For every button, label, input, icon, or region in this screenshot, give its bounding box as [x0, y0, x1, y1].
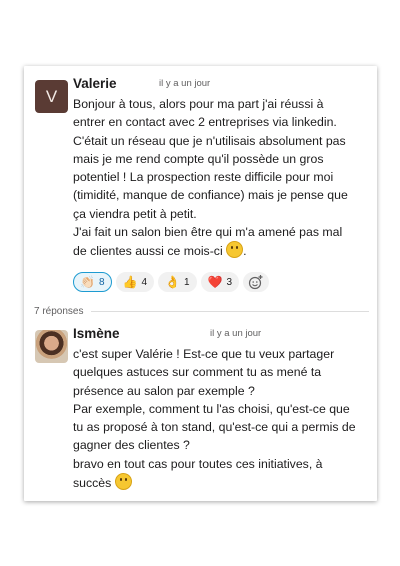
message-line: C'était un réseau que je n'utilisais abs…	[73, 133, 346, 148]
reaction-count: 4	[141, 276, 148, 288]
message-line: Bonjour à tous, alors pour ma part j'ai …	[73, 97, 324, 111]
message-line-text: succès	[73, 476, 112, 491]
message-line: gagner des clientes ?	[73, 438, 190, 453]
message-line: bravo en tout cas pour toutes ces initia…	[73, 456, 323, 471]
reaction-heart[interactable]: ❤️ 3	[200, 272, 240, 292]
reaction-thumbs-up[interactable]: 👍 4	[115, 272, 155, 292]
message-line: quelques astuces sur comment tu as mené …	[73, 365, 322, 380]
divider-line	[91, 311, 369, 312]
smile-emoji-icon	[114, 473, 132, 491]
ok-hand-emoji-icon: 👌	[165, 275, 180, 289]
reaction-count: 1	[183, 276, 190, 288]
timestamp[interactable]: il y a un jour	[159, 78, 210, 89]
message-line: ça viendra petit à petit.	[73, 206, 197, 221]
reaction-ok-hand[interactable]: 👌 1	[158, 272, 197, 292]
message-line: (timidité, manque de confiance) mais je …	[73, 188, 348, 203]
reaction-count: 8	[98, 276, 105, 288]
message-line: J'ai fait un salon bien être qui m'a ame…	[73, 225, 343, 240]
replies-divider: 7 réponses	[34, 306, 369, 317]
author-name[interactable]: Valerie	[73, 76, 117, 91]
reaction-clap[interactable]: 👏🏻 8	[73, 272, 112, 292]
message-line: Par exemple, comment tu l'as choisi, qu'…	[73, 401, 350, 416]
avatar[interactable]: V	[35, 80, 68, 113]
heart-emoji-icon: ❤️	[207, 275, 223, 289]
message-header: Ismène il y a un jour	[73, 325, 261, 343]
message-line-text: de clientes aussi ce mois-ci	[73, 244, 223, 259]
add-reaction-button[interactable]	[243, 272, 270, 292]
message-line: entrer en contact avec 2 entreprises via…	[73, 115, 337, 130]
message-body: Bonjour à tous, alors pour ma part j'ai …	[73, 95, 369, 261]
reaction-count: 3	[226, 276, 233, 288]
thumbs-up-emoji-icon: 👍	[122, 275, 138, 289]
message-line: potentiel ! La prospection reste diffici…	[73, 170, 334, 185]
smile-emoji-icon	[226, 241, 244, 259]
message-line: succès	[73, 473, 369, 492]
message-header: Valerie il y a un jour	[73, 75, 210, 93]
message-line: présence au salon par exemple ?	[73, 383, 255, 398]
reactions-bar: 👏🏻 8 👍 4 👌 1 ❤️ 3	[73, 272, 270, 292]
avatar[interactable]	[35, 330, 68, 363]
message-body: c'est super Valérie ! Est-ce que tu veux…	[73, 345, 369, 492]
message-line: de clientes aussi ce mois-ci .	[73, 241, 369, 260]
replies-count[interactable]: 7 réponses	[34, 306, 83, 317]
add-reaction-icon	[248, 275, 263, 290]
message-line: mais je me rend compte qu'il possède un …	[73, 151, 324, 166]
message-thread: V Valerie il y a un jour Bonjour à tous,…	[24, 66, 377, 501]
message-line: c'est super Valérie ! Est-ce que tu veux…	[73, 347, 335, 361]
message-line: tu as proposé à ton stand, qu'est-ce qui…	[73, 420, 356, 435]
author-name[interactable]: Ismène	[73, 326, 120, 341]
timestamp[interactable]: il y a un jour	[210, 328, 261, 339]
clap-emoji-icon: 👏🏻	[80, 275, 95, 289]
